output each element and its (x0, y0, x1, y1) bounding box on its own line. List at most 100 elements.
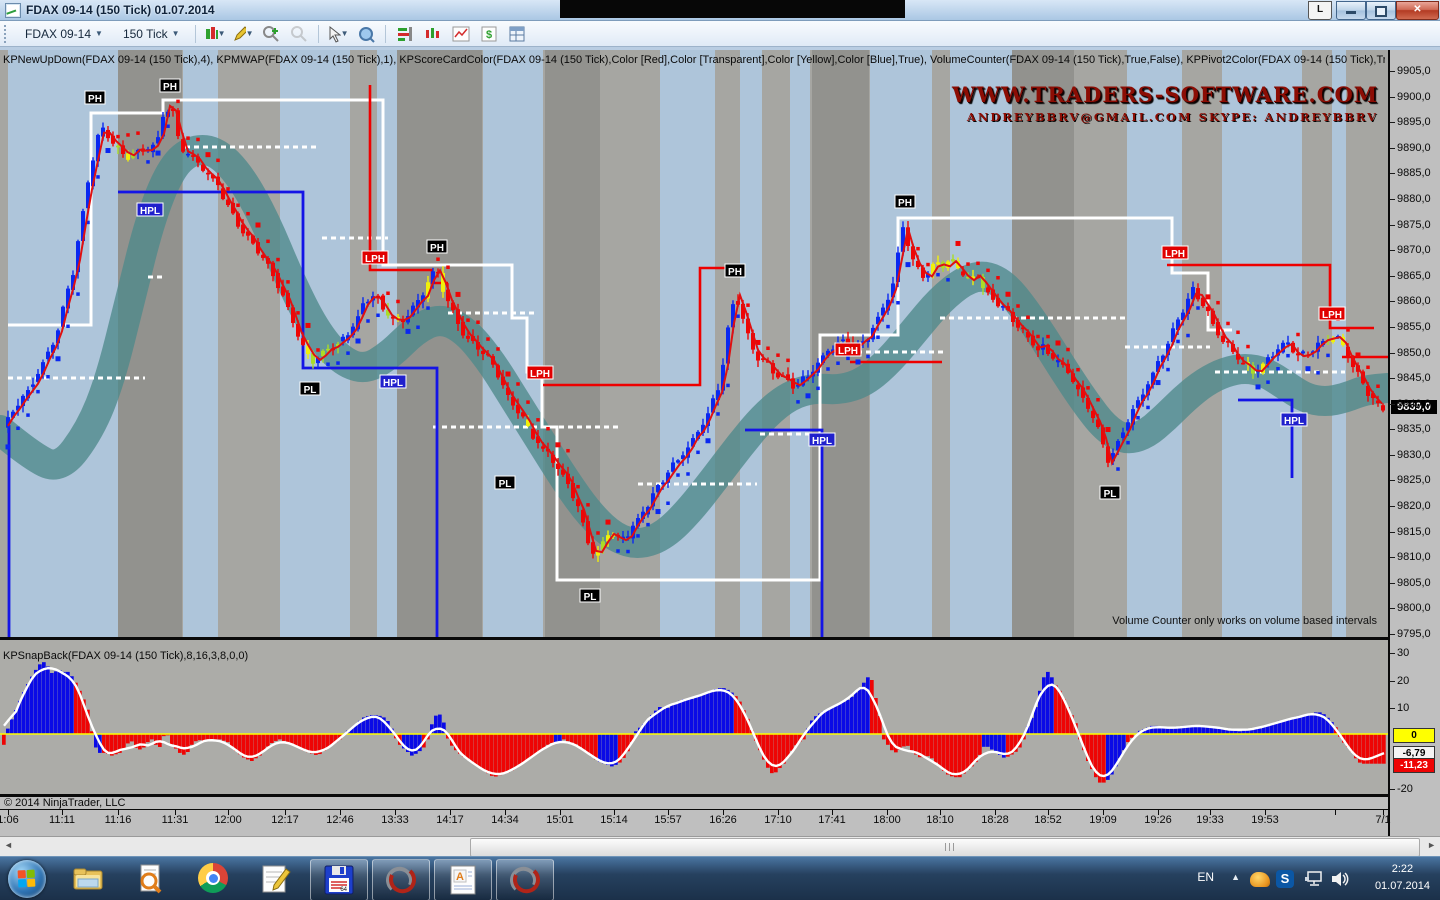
horizontal-scrollbar[interactable]: ◄ ► (0, 836, 1440, 856)
window-titlebar[interactable]: FDAX 09-14 (150 Tick) 01.07.2014 L ✕ (0, 0, 1440, 21)
price-tick (1390, 557, 1395, 558)
desktop: FDAX 09-14 (150 Tick) 01.07.2014 L ✕ FDA… (0, 0, 1440, 900)
svg-text:$: $ (486, 29, 492, 41)
minimize-button[interactable] (1336, 1, 1366, 20)
price-tick (1390, 276, 1395, 277)
clock-date: 01.07.2014 (1375, 878, 1430, 895)
skype-tray-icon[interactable]: S (1276, 869, 1296, 889)
toolbar-grip[interactable] (4, 25, 10, 43)
snapback-parameters-text: KPSnapBack(FDAX 09-14 (150 Tick),8,16,3,… (3, 650, 248, 662)
taskbar-item-notepad[interactable] (260, 863, 292, 895)
session-stripe (790, 50, 810, 637)
taskbar: 64 A (0, 856, 1440, 900)
price-tick-label: 9835,0 (1397, 423, 1431, 435)
chrome-icon (198, 863, 228, 893)
price-tick-label: 9825,0 (1397, 474, 1431, 486)
cloud-tray-icon[interactable] (1250, 869, 1270, 889)
account-button[interactable]: $ (478, 24, 500, 44)
svg-text:LPH: LPH (1322, 310, 1342, 321)
price-tick (1390, 480, 1395, 481)
svg-text:PH: PH (728, 267, 742, 278)
panel-divider[interactable] (0, 637, 1388, 640)
pivot-label-ph: PH (725, 264, 745, 278)
taskbar-button-document[interactable]: A (434, 859, 492, 900)
time-tick-label: 15:14 (600, 814, 628, 826)
time-tick-label: 11:16 (105, 814, 132, 826)
price-tick (1390, 608, 1395, 609)
price-tick (1390, 378, 1395, 379)
scroll-right-icon[interactable]: ► (1427, 840, 1436, 850)
time-tick-label: 17:41 (818, 814, 846, 826)
price-tick-label: 9885,0 (1397, 167, 1431, 179)
time-tick-label: 18:52 (1034, 814, 1062, 826)
line-chart-icon (452, 25, 470, 43)
taskbar-item-explorer[interactable] (72, 863, 104, 895)
chevron-down-icon: ▼ (95, 29, 103, 38)
start-button[interactable] (8, 860, 46, 898)
time-tick-label: 16:26 (709, 814, 737, 826)
svg-text:PH: PH (163, 82, 177, 93)
taskbar-item-chrome[interactable] (198, 863, 230, 895)
reload-bars-button[interactable] (422, 24, 444, 44)
time-tick-label: 19:09 (1089, 814, 1117, 826)
chart-window-icon (5, 3, 21, 18)
instrument-dropdown[interactable]: FDAX 09-14 ▼ (18, 24, 110, 44)
zoom-in-button[interactable] (260, 24, 282, 44)
line-chart-button[interactable] (450, 24, 472, 44)
price-tick (1390, 173, 1395, 174)
chart-toolbar: FDAX 09-14 ▼ 150 Tick ▼ ▼ ▼ (0, 21, 1440, 47)
price-tick-label: 9890,0 (1397, 142, 1431, 154)
window-title: FDAX 09-14 (150 Tick) 01.07.2014 (26, 3, 215, 17)
taskbar-button-ninjatrader-2[interactable] (496, 859, 554, 900)
chart-style-button[interactable]: ▼ (204, 24, 226, 44)
price-tick (1390, 71, 1395, 72)
ninjatrader-logo-icon (385, 864, 417, 896)
data-box-button[interactable] (355, 24, 377, 44)
chart-trader-icon (396, 25, 414, 43)
time-tick-label: 14:17 (436, 814, 464, 826)
floppy-disk-icon: 64 (323, 864, 355, 896)
time-axis[interactable]: © 2014 NinjaTrader, LLC 1:0611:1111:1611… (0, 797, 1388, 836)
text-document-icon: A (447, 864, 479, 896)
taskbar-button-ninjatrader[interactable] (372, 859, 430, 900)
price-axis[interactable]: 9839,0 9905,09900,09895,09890,09885,0988… (1390, 50, 1440, 836)
svg-text:HPL: HPL (140, 206, 160, 217)
osc-tick-label: 10 (1397, 702, 1409, 714)
indicator-parameters-text: KPNewUpDown(FDAX 09-14 (150 Tick),4), KP… (3, 54, 1385, 66)
volume-tray-icon[interactable] (1330, 869, 1350, 889)
taskbar-button-save-tool[interactable]: 64 (310, 859, 368, 900)
scrollbar-thumb[interactable] (470, 838, 1420, 857)
cursor-button[interactable]: ▼ (327, 24, 349, 44)
chevron-down-icon: ▼ (246, 29, 254, 38)
taskbar-clock[interactable]: 2:22 01.07.2014 (1375, 861, 1430, 895)
price-tick-label: 9860,0 (1397, 295, 1431, 307)
taskbar-item-search[interactable] (134, 863, 166, 895)
network-tray-icon[interactable] (1304, 869, 1324, 889)
pivot-label-ph: PH (895, 195, 915, 209)
hidden-icons-button[interactable]: ▲ (1231, 872, 1240, 882)
time-tick-label: 7/1 (1375, 814, 1390, 826)
language-indicator[interactable]: EN (1197, 870, 1214, 884)
scroll-left-icon[interactable]: ◄ (4, 840, 13, 850)
pivot-label-pl: PL (580, 589, 600, 603)
restore-icon (1375, 6, 1387, 17)
pivot-label-lph: LPH (1319, 307, 1345, 321)
price-tick (1390, 97, 1395, 98)
interval-dropdown[interactable]: 150 Tick ▼ (116, 24, 187, 44)
data-grid-button[interactable] (506, 24, 528, 44)
session-stripe (8, 50, 118, 637)
pivot-label-pl: PL (495, 476, 515, 490)
link-button[interactable]: L (1308, 1, 1332, 20)
price-tick (1390, 532, 1395, 533)
price-chart-panel[interactable]: PHPHPHPHPHPLPLPLPLHPLHPLHPLHPLLPHLPHLPHL… (0, 50, 1388, 637)
restore-button[interactable] (1366, 1, 1396, 20)
price-tick (1390, 199, 1395, 200)
zoom-out-button[interactable] (288, 24, 310, 44)
chart-trader-button[interactable] (394, 24, 416, 44)
drawing-tools-button[interactable]: ▼ (232, 24, 254, 44)
close-button[interactable]: ✕ (1396, 1, 1439, 20)
pivot-label-lph: LPH (362, 251, 388, 265)
indicator-panel[interactable] (0, 640, 1388, 797)
price-tick (1390, 327, 1395, 328)
time-axis-line (0, 809, 1388, 810)
